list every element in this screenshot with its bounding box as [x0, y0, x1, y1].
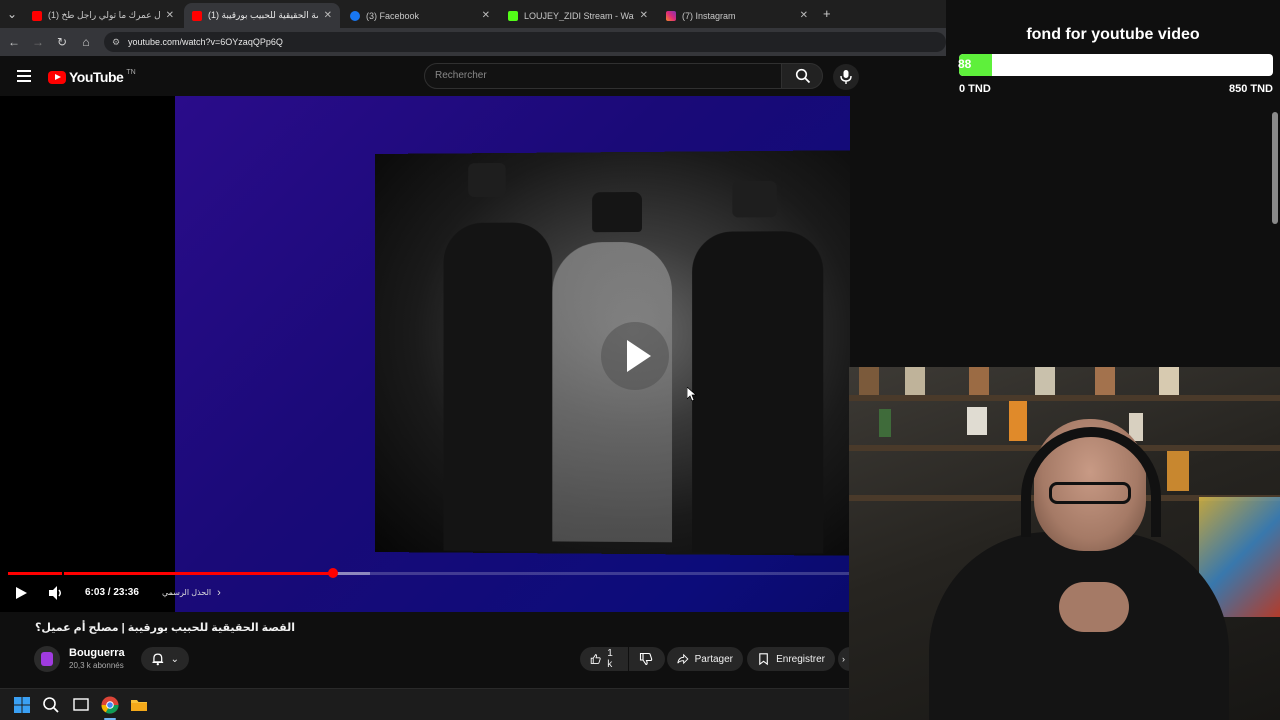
- kick-favicon-icon: [508, 10, 518, 21]
- forward-arrow-icon[interactable]: →: [30, 34, 46, 50]
- bell-icon: [152, 653, 164, 666]
- play-icon: [16, 587, 27, 599]
- youtube-favicon-icon: [32, 10, 42, 21]
- youtube-play-logo-icon: [48, 70, 66, 84]
- page-scrollbar[interactable]: [1270, 112, 1280, 368]
- share-button[interactable]: Partager: [667, 647, 743, 671]
- close-tab-icon[interactable]: ✕: [324, 10, 332, 21]
- save-button[interactable]: Enregistrer: [747, 647, 835, 671]
- video-progress-bar[interactable]: [8, 568, 850, 578]
- subscriber-count: 20,3 k abonnés: [69, 661, 124, 670]
- notification-bell-button[interactable]: ⌄: [141, 647, 189, 671]
- mouse-cursor-icon: [687, 387, 697, 401]
- youtube-favicon-icon: [192, 10, 202, 21]
- back-arrow-icon[interactable]: ←: [6, 34, 22, 50]
- url-text: youtube.com/watch?v=6OYzaqQPp6Q: [128, 37, 283, 47]
- donation-min-label: 0 TND: [959, 83, 991, 95]
- task-view-icon[interactable]: [71, 695, 91, 715]
- chrome-taskbar-icon[interactable]: [100, 695, 120, 715]
- like-button[interactable]: 1 k: [580, 647, 628, 671]
- progress-played: [8, 572, 334, 575]
- chapter-button[interactable]: الحذل الرسمي ›: [162, 584, 221, 602]
- search-input[interactable]: Rechercher: [424, 63, 782, 89]
- tab-label: LOUJEY_ZIDI Stream - Watch Li: [524, 10, 634, 21]
- instagram-favicon-icon: [666, 10, 676, 21]
- video-player[interactable]: [0, 96, 850, 612]
- tab-label: (1) القصة الحقيقية للحبيب بورقيبة: [208, 10, 318, 20]
- donation-goal-title: fond for youtube video: [1026, 26, 1200, 43]
- tab-search-chevron-icon[interactable]: ⌄: [4, 6, 20, 22]
- close-tab-icon[interactable]: ✕: [800, 10, 808, 21]
- like-count: 1 k: [607, 648, 613, 670]
- reload-icon[interactable]: ↻: [54, 34, 70, 50]
- thumbs-down-icon: [639, 652, 653, 666]
- close-tab-icon[interactable]: ✕: [482, 10, 490, 21]
- video-title: القصة الحقيقية للحبيب بورقيبة | مصلح أم …: [35, 622, 295, 634]
- thumbs-up-icon: [590, 654, 601, 664]
- search-icon: [795, 68, 811, 84]
- play-icon: [627, 340, 651, 372]
- chapter-label: الحذل الرسمي: [162, 588, 212, 597]
- windows-taskbar: [0, 688, 849, 720]
- channel-name[interactable]: Bouguerra: [69, 647, 125, 659]
- play-button[interactable]: [14, 584, 28, 602]
- center-play-button[interactable]: [601, 322, 669, 390]
- chapter-divider: [62, 572, 64, 575]
- youtube-country-code: TN: [126, 68, 136, 76]
- voice-search-button[interactable]: [833, 64, 859, 90]
- new-tab-button[interactable]: +: [823, 6, 831, 21]
- tab-label: (7) Instagram: [682, 10, 736, 21]
- save-label: Enregistrer: [776, 653, 825, 665]
- share-label: Partager: [694, 653, 733, 665]
- time-display: 6:03 / 23:36: [85, 587, 139, 598]
- microphone-icon: [840, 70, 852, 84]
- donation-progress-bar: [959, 54, 1273, 76]
- hamburger-icon[interactable]: [17, 70, 31, 82]
- browser-tab-3[interactable]: (3) Facebook ✕: [342, 3, 498, 28]
- site-info-icon[interactable]: ⚙: [112, 32, 120, 52]
- mute-button[interactable]: [47, 584, 65, 602]
- dislike-button[interactable]: [629, 647, 665, 671]
- glasses: [1049, 482, 1131, 504]
- file-explorer-icon[interactable]: [129, 695, 149, 715]
- shelf: [849, 395, 1280, 401]
- more-chevron-icon: ›: [842, 654, 845, 664]
- home-icon[interactable]: ⌂: [78, 34, 94, 50]
- streamer-hand: [1059, 582, 1129, 632]
- scrollbar-thumb[interactable]: [1272, 112, 1278, 224]
- volume-icon: [49, 586, 61, 600]
- taskbar-search-icon[interactable]: [41, 695, 61, 715]
- donation-current-amount: 88: [958, 57, 972, 71]
- donation-max-label: 850 TND: [1228, 83, 1273, 95]
- browser-tab-1[interactable]: (1) طول عمرك ما تولي راجل طخ ✕: [24, 3, 182, 28]
- browser-tab-2[interactable]: (1) القصة الحقيقية للحبيب بورقيبة ✕: [184, 3, 340, 28]
- share-icon: [677, 653, 689, 665]
- streamer-webcam-overlay: [849, 367, 1280, 720]
- tab-label: (1) طول عمرك ما تولي راجل طخ: [48, 10, 160, 20]
- youtube-logo[interactable]: YouTube TN: [48, 69, 136, 85]
- donation-goal-widget: fond for youtube video 88 0 TND 850 TND: [946, 0, 1280, 112]
- tab-label: (3) Facebook: [366, 10, 420, 21]
- facebook-favicon-icon: [350, 10, 360, 21]
- close-tab-icon[interactable]: ✕: [640, 10, 648, 21]
- chevron-right-icon: ›: [217, 587, 221, 599]
- channel-avatar[interactable]: [34, 646, 60, 672]
- bookmark-icon: [759, 653, 768, 666]
- chevron-down-icon: ⌄: [170, 653, 179, 665]
- browser-tab-4[interactable]: LOUJEY_ZIDI Stream - Watch Li ✕: [500, 3, 656, 28]
- search-button[interactable]: [781, 63, 823, 89]
- youtube-logo-text: YouTube: [69, 69, 124, 85]
- windows-start-icon[interactable]: [12, 695, 32, 715]
- browser-tab-5[interactable]: (7) Instagram ✕: [658, 3, 816, 28]
- address-bar[interactable]: ⚙ youtube.com/watch?v=6OYzaqQPp6Q: [104, 32, 946, 52]
- close-tab-icon[interactable]: ✕: [166, 10, 174, 21]
